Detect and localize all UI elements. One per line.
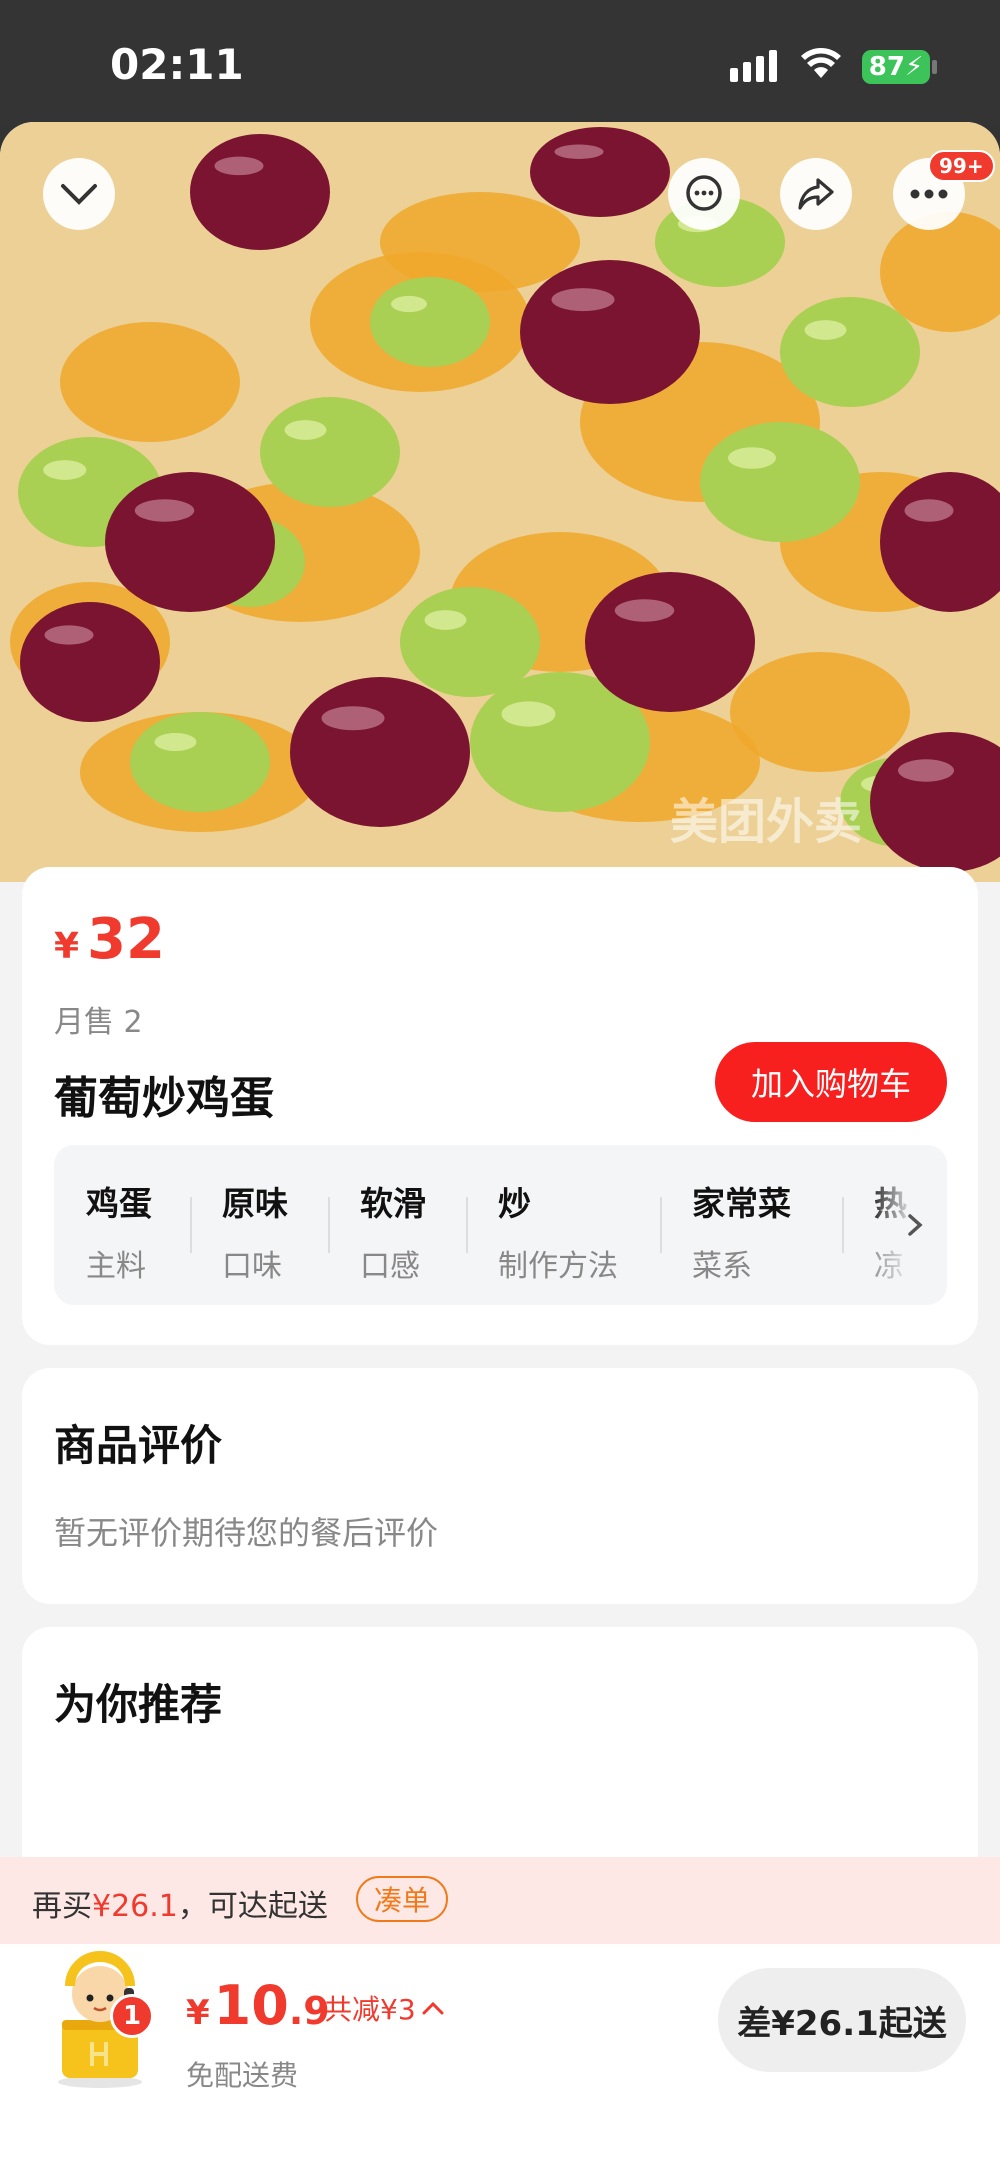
cart-count-badge: 1 — [110, 1994, 154, 2038]
attribute-list[interactable]: 鸡蛋 主料 原味 口味 软滑 口感 炒 制作方法 家常菜 菜系 — [54, 1145, 947, 1305]
more-icon — [910, 189, 948, 199]
chat-icon — [686, 175, 722, 211]
cart-bar: 1 ¥ 10 .9 共减¥3 免配送费 差¥26.1起送 — [0, 1944, 1000, 2165]
discount-text: 共减¥3 — [324, 1993, 416, 2026]
product-image: 美团外卖 — [0, 122, 1000, 882]
watermark: 美团外卖 — [670, 794, 863, 850]
share-button[interactable] — [780, 158, 852, 230]
chevron-up-icon — [422, 2001, 444, 2015]
attribute-item: 家常菜 菜系 — [692, 1184, 791, 1284]
minimum-order-banner: 再买¥26.1，可达起送 凑单 — [0, 1857, 1000, 1944]
share-icon — [798, 178, 834, 210]
banner-amount: ¥26.1 — [92, 1889, 178, 1924]
notification-badge: 99+ — [928, 150, 995, 182]
attribute-item: 软滑 口感 — [360, 1184, 426, 1284]
checkout-button[interactable]: 差¥26.1起送 — [718, 1968, 966, 2072]
cart-total: ¥ 10 .9 — [186, 1974, 330, 2037]
collapse-button[interactable] — [43, 158, 115, 230]
price-currency: ¥ — [54, 926, 80, 967]
banner-prefix: 再买 — [32, 1889, 92, 1924]
product-detail-page: 美团外卖 99+ ¥ 32 月售 2 葡萄炒鸡蛋 加入购物车 鸡蛋 主料 原味 … — [0, 122, 1000, 2165]
delivery-fee: 免配送费 — [186, 2059, 299, 2092]
battery-icon: 87 ⚡ — [862, 50, 930, 84]
chat-button[interactable] — [668, 158, 740, 230]
chevron-right-icon[interactable] — [907, 1213, 923, 1237]
status-time: 02:11 — [110, 40, 244, 89]
attribute-item: 鸡蛋 主料 — [86, 1184, 152, 1284]
add-more-button[interactable]: 凑单 — [356, 1876, 449, 1922]
empty-review-text: 暂无评价期待您的餐后评价 — [54, 1514, 439, 1552]
price-amount: 32 — [87, 907, 165, 972]
review-card[interactable]: 商品评价 暂无评价期待您的餐后评价 — [22, 1368, 978, 1604]
add-to-cart-button[interactable]: 加入购物车 — [715, 1042, 947, 1122]
battery-level: 87 — [868, 52, 905, 82]
wifi-icon — [801, 48, 841, 78]
monthly-sales: 月售 2 — [54, 1005, 143, 1040]
discount-toggle[interactable]: 共减¥3 — [324, 1988, 444, 2028]
product-info-card: ¥ 32 月售 2 葡萄炒鸡蛋 加入购物车 鸡蛋 主料 原味 口味 软滑 口感 … — [22, 867, 978, 1345]
product-price: ¥ 32 — [54, 907, 165, 972]
banner-suffix: ，可达起送 — [177, 1889, 328, 1924]
recommendation-title: 为你推荐 — [54, 1680, 223, 1729]
status-bar: 02:11 87 ⚡ — [0, 0, 1000, 125]
review-title: 商品评价 — [54, 1421, 223, 1470]
attribute-item: 炒 制作方法 — [498, 1184, 618, 1284]
attribute-item: 原味 口味 — [222, 1184, 288, 1284]
product-name: 葡萄炒鸡蛋 — [54, 1073, 274, 1124]
chevron-down-icon — [61, 184, 97, 205]
cellular-signal-icon — [730, 50, 777, 82]
